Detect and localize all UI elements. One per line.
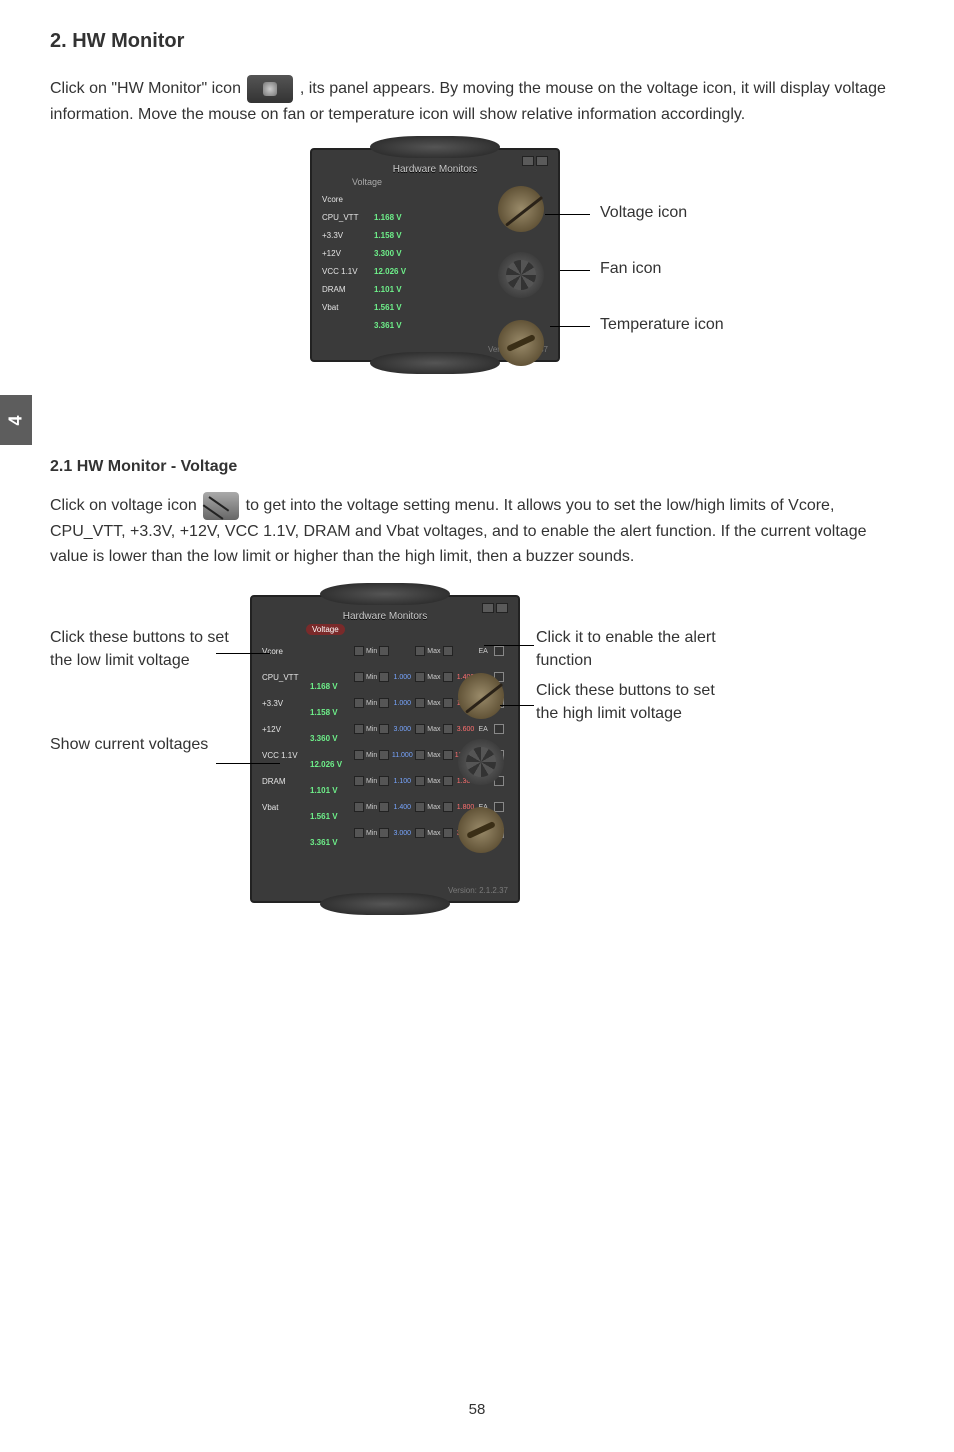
callout-line <box>550 326 590 327</box>
callout-line <box>216 653 270 654</box>
caption-low-limit: Click these buttons to set the low limit… <box>50 627 250 672</box>
max-down-button[interactable] <box>415 776 425 786</box>
min-down-button[interactable] <box>354 802 364 812</box>
min-up-button[interactable] <box>379 776 389 786</box>
voltage-row: Vbat1.561 V <box>322 299 548 317</box>
hw-monitor-voltage-panel: Hardware Monitors Voltage Vcore MinMaxEA <box>250 595 520 903</box>
intro-paragraph: Click on "HW Monitor" icon , its panel a… <box>50 75 904 128</box>
min-up-button[interactable] <box>379 646 389 656</box>
section-heading: 2. HW Monitor <box>50 30 904 53</box>
hw-monitor-icon <box>247 75 293 103</box>
voltage-tab[interactable]: Voltage <box>306 624 345 635</box>
panel-window-controls <box>482 603 508 613</box>
temperature-icon[interactable] <box>498 320 544 366</box>
max-down-button[interactable] <box>415 750 425 760</box>
max-down-button[interactable] <box>415 672 425 682</box>
chapter-number: 4 <box>5 415 26 425</box>
min-down-button[interactable] <box>354 724 364 734</box>
min-down-button[interactable] <box>354 776 364 786</box>
caption-enable-alert: Click it to enable the alert function <box>536 627 730 672</box>
close-icon[interactable] <box>496 603 508 613</box>
panel-title: Hardware Monitors <box>262 611 508 622</box>
max-up-button[interactable] <box>443 698 453 708</box>
min-up-button[interactable] <box>379 802 389 812</box>
max-down-button[interactable] <box>415 802 425 812</box>
callout-line <box>560 270 590 271</box>
min-up-button[interactable] <box>379 828 389 838</box>
chapter-tab: 4 <box>0 395 32 445</box>
min-down-button[interactable] <box>354 698 364 708</box>
callout-line <box>216 763 280 764</box>
min-up-button[interactable] <box>379 698 389 708</box>
max-up-button[interactable] <box>443 724 453 734</box>
panel-ornament-top <box>370 136 500 158</box>
max-up-button[interactable] <box>443 750 453 760</box>
subsection-heading: 2.1 HW Monitor - Voltage <box>50 458 904 476</box>
callout-voltage: Voltage icon <box>600 204 687 222</box>
max-up-button[interactable] <box>443 776 453 786</box>
caption-high-limit: Click these buttons to set the high limi… <box>536 680 730 725</box>
min-down-button[interactable] <box>354 672 364 682</box>
callout-temperature: Temperature icon <box>600 316 724 334</box>
callout-line <box>545 214 590 215</box>
enable-alert-checkbox[interactable] <box>494 802 504 812</box>
min-down-button[interactable] <box>354 646 364 656</box>
max-up-button[interactable] <box>443 672 453 682</box>
panel-ornament-bottom <box>320 893 450 915</box>
max-down-button[interactable] <box>415 698 425 708</box>
callout-line <box>484 645 534 646</box>
min-up-button[interactable] <box>379 750 389 760</box>
min-down-button[interactable] <box>354 828 364 838</box>
hw-monitor-panel: Hardware Monitors Voltage Vcore CPU_VTT1… <box>310 148 560 362</box>
max-down-button[interactable] <box>415 828 425 838</box>
min-up-button[interactable] <box>379 724 389 734</box>
min-down-button[interactable] <box>354 750 364 760</box>
max-down-button[interactable] <box>415 646 425 656</box>
page-number: 58 <box>469 1401 486 1418</box>
callout-fan: Fan icon <box>600 260 661 278</box>
caption-current-voltages: Show current voltages <box>50 734 250 756</box>
max-up-button[interactable] <box>443 828 453 838</box>
max-up-button[interactable] <box>443 646 453 656</box>
max-up-button[interactable] <box>443 802 453 812</box>
callout-line <box>500 705 534 706</box>
subsection-paragraph: Click on voltage icon to get into the vo… <box>50 492 904 570</box>
minimize-icon[interactable] <box>482 603 494 613</box>
min-up-button[interactable] <box>379 672 389 682</box>
voltage-icon-inline <box>203 492 239 520</box>
max-down-button[interactable] <box>415 724 425 734</box>
panel-ornament-top <box>320 583 450 605</box>
panel-ornament-bottom <box>370 352 500 374</box>
